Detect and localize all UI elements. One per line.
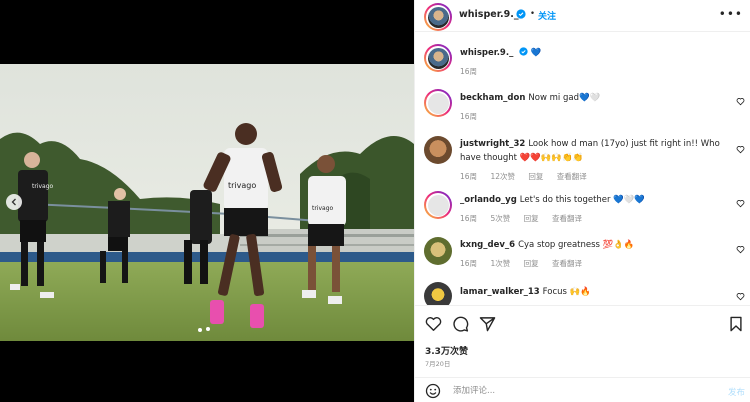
commenter-avatar[interactable]: [424, 136, 452, 164]
verified-badge-icon: [519, 47, 528, 58]
comment-text: justwright_32 Look how d man (17yo) just …: [460, 137, 731, 165]
emoji-picker-icon[interactable]: [425, 383, 441, 402]
like-comment-heart-icon[interactable]: [736, 292, 745, 304]
comment-likes[interactable]: 12次赞: [490, 172, 515, 181]
post-comment-button[interactable]: 发布: [728, 386, 745, 398]
caption-meta: 16周: [460, 66, 488, 77]
comment-likes[interactable]: 5次赞: [490, 214, 510, 223]
commenter-avatar[interactable]: [424, 89, 452, 117]
comment-username[interactable]: beckham_don: [460, 93, 525, 103]
comment-username[interactable]: _orlando_yg: [460, 195, 517, 205]
see-translation-button[interactable]: 查看翻译: [557, 172, 587, 181]
more-options-icon[interactable]: •••: [719, 8, 743, 20]
post-header: whisper.9._ • 关注 •••: [415, 0, 750, 32]
commenter-avatar[interactable]: [424, 282, 452, 305]
jersey-text-main: trivago: [228, 181, 256, 190]
see-translation-button[interactable]: 查看翻译: [552, 214, 582, 223]
like-comment-heart-icon[interactable]: [736, 97, 745, 109]
comment-icon[interactable]: [452, 316, 469, 335]
post-date: 7月20日: [425, 360, 451, 368]
reply-button[interactable]: 回复: [524, 214, 539, 223]
comment-body: Cya stop greatness 💯👌🔥: [518, 240, 635, 250]
caption-username[interactable]: whisper.9._: [460, 48, 513, 58]
likes-count[interactable]: 3.3万次赞: [425, 344, 468, 357]
post-detail-pane: whisper.9._ • 关注 ••• whisper.9._ 💙 16周 b…: [414, 0, 750, 402]
comment-time: 16周: [460, 214, 478, 223]
commenter-avatar[interactable]: [424, 237, 452, 265]
author-avatar[interactable]: [424, 3, 452, 31]
post-photo: trivago trivago trivago: [0, 64, 414, 341]
jersey-text-right: trivago: [312, 205, 334, 212]
training-photo: trivago trivago trivago: [0, 64, 414, 341]
caption-time: 16周: [460, 67, 478, 76]
comment-time: 16周: [460, 112, 478, 121]
comment-composer: 发布: [415, 377, 750, 402]
separator-dot: •: [530, 9, 536, 19]
like-comment-heart-icon[interactable]: [736, 145, 745, 157]
chevron-left-icon: [11, 198, 16, 206]
comment-time: 16周: [460, 259, 478, 268]
comment-body: Focus 🙌🔥: [542, 287, 591, 297]
comment-username[interactable]: lamar_walker_13: [460, 287, 540, 297]
verified-badge-icon: [516, 9, 526, 22]
like-comment-heart-icon[interactable]: [736, 245, 745, 257]
comment-text: beckham_don Now mi gad💙🤍: [460, 91, 731, 105]
comment-time: 16周: [460, 172, 478, 181]
follow-button[interactable]: 关注: [538, 9, 556, 22]
comment-username[interactable]: kxng_dev_6: [460, 240, 515, 250]
reply-button[interactable]: 回复: [524, 259, 539, 268]
author-username[interactable]: whisper.9._: [459, 9, 519, 20]
commenter-avatar[interactable]: [424, 191, 452, 219]
share-send-icon[interactable]: [479, 316, 496, 335]
post-actions: 3.3万次赞 7月20日 发布: [415, 305, 750, 402]
add-comment-input[interactable]: [453, 383, 693, 399]
see-translation-button[interactable]: 查看翻译: [552, 259, 582, 268]
save-bookmark-icon[interactable]: [729, 316, 743, 335]
caption-emoji: 💙: [530, 48, 542, 58]
comment-meta: 16周 1次赞 回复 查看翻译: [460, 258, 593, 269]
comment-meta: 16周 5次赞 回复 查看翻译: [460, 213, 593, 224]
reply-button[interactable]: 回复: [528, 172, 543, 181]
comments-list[interactable]: whisper.9._ 💙 16周 beckham_don Now mi gad💙…: [415, 33, 750, 305]
caption-text: whisper.9._ 💙: [460, 46, 731, 60]
comment-text: kxng_dev_6 Cya stop greatness 💯👌🔥: [460, 238, 731, 252]
jersey-text-left: trivago: [32, 183, 54, 190]
comment-meta: 16周 12次赞 回复 查看翻译: [460, 171, 598, 182]
carousel-prev-button[interactable]: [6, 194, 22, 210]
comment-likes[interactable]: 1次赞: [490, 259, 510, 268]
media-pane: trivago trivago trivago: [0, 0, 414, 402]
comment-meta: 16周: [460, 111, 488, 122]
comment-text: lamar_walker_13 Focus 🙌🔥: [460, 285, 731, 299]
comment-username[interactable]: justwright_32: [460, 139, 525, 149]
like-comment-heart-icon[interactable]: [736, 199, 745, 211]
author-avatar[interactable]: [424, 44, 452, 72]
comment-body: Now mi gad💙🤍: [528, 93, 601, 103]
comment-body: Let's do this together 💙🤍💙: [519, 195, 645, 205]
comment-text: _orlando_yg Let's do this together 💙🤍💙: [460, 193, 731, 207]
like-heart-icon[interactable]: [425, 316, 442, 335]
